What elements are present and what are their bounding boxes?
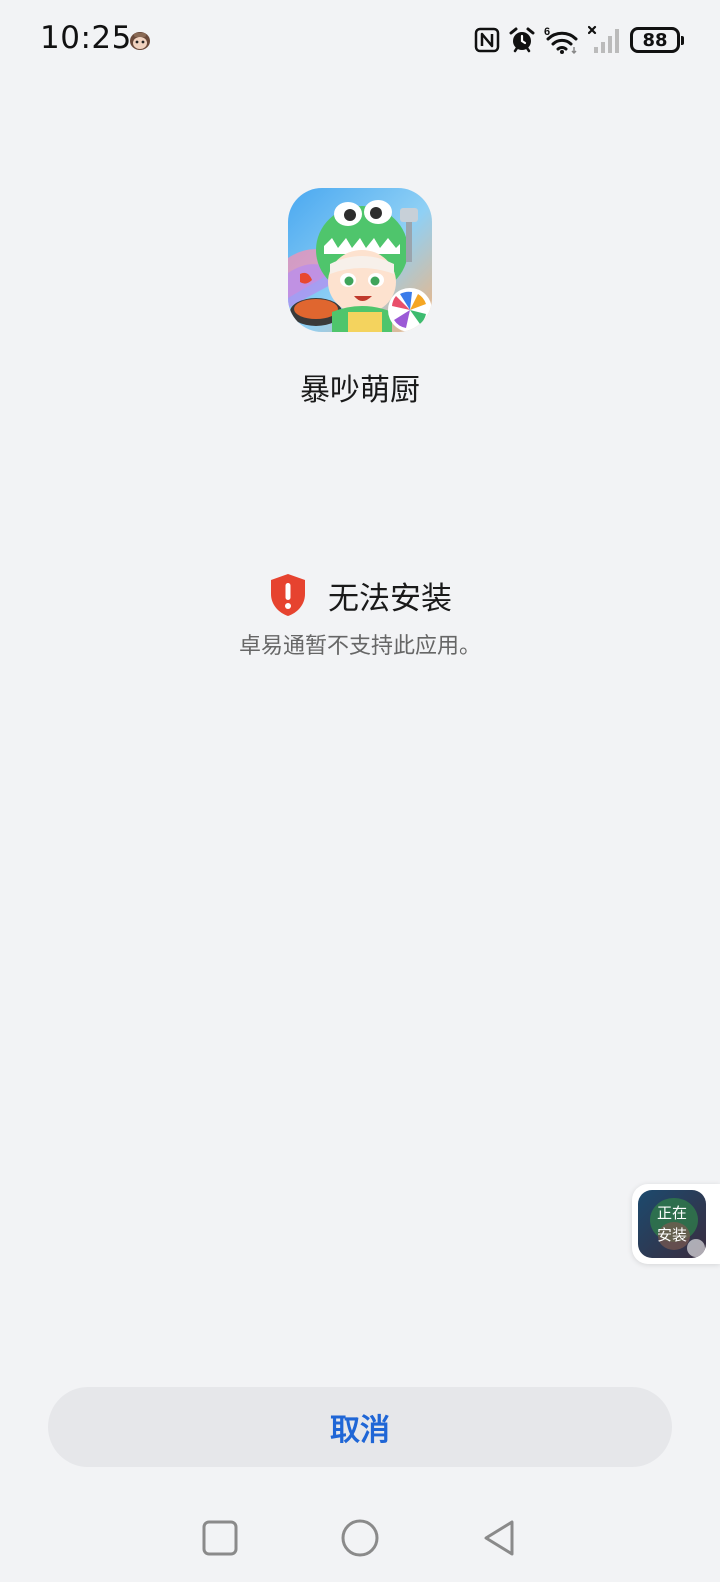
nfc-icon [474, 27, 500, 53]
battery-icon: 88 [630, 27, 684, 53]
app-name: 暴吵萌厨 [300, 373, 420, 408]
signal-no-sim-icon [588, 25, 619, 53]
installing-floating-widget[interactable]: 正在 安装 [632, 1184, 720, 1264]
error-title: 无法安装 [328, 580, 452, 617]
status-icons: 6 88 [474, 24, 684, 56]
battery-level: 88 [642, 29, 668, 51]
install-error-header: 无法安装 [0, 572, 720, 618]
status-time: 10:25 [40, 20, 132, 56]
error-description: 卓易通暂不支持此应用。 [238, 634, 481, 659]
notification-app-icon [130, 32, 150, 50]
app-icon-artwork [288, 188, 432, 332]
installing-label: 正在 安装 [656, 1204, 687, 1244]
shield-warning-icon [271, 574, 305, 616]
recent-apps-icon[interactable] [200, 1518, 240, 1558]
app-icon [288, 188, 432, 332]
wifi-6-icon: 6 [544, 26, 578, 55]
navigation-bar [0, 1510, 720, 1566]
status-bar: 10:25 6 88 [0, 0, 720, 80]
home-icon[interactable] [340, 1518, 380, 1558]
back-icon[interactable] [480, 1518, 520, 1558]
alarm-icon [509, 27, 535, 53]
cancel-button[interactable]: 取消 [48, 1387, 672, 1467]
